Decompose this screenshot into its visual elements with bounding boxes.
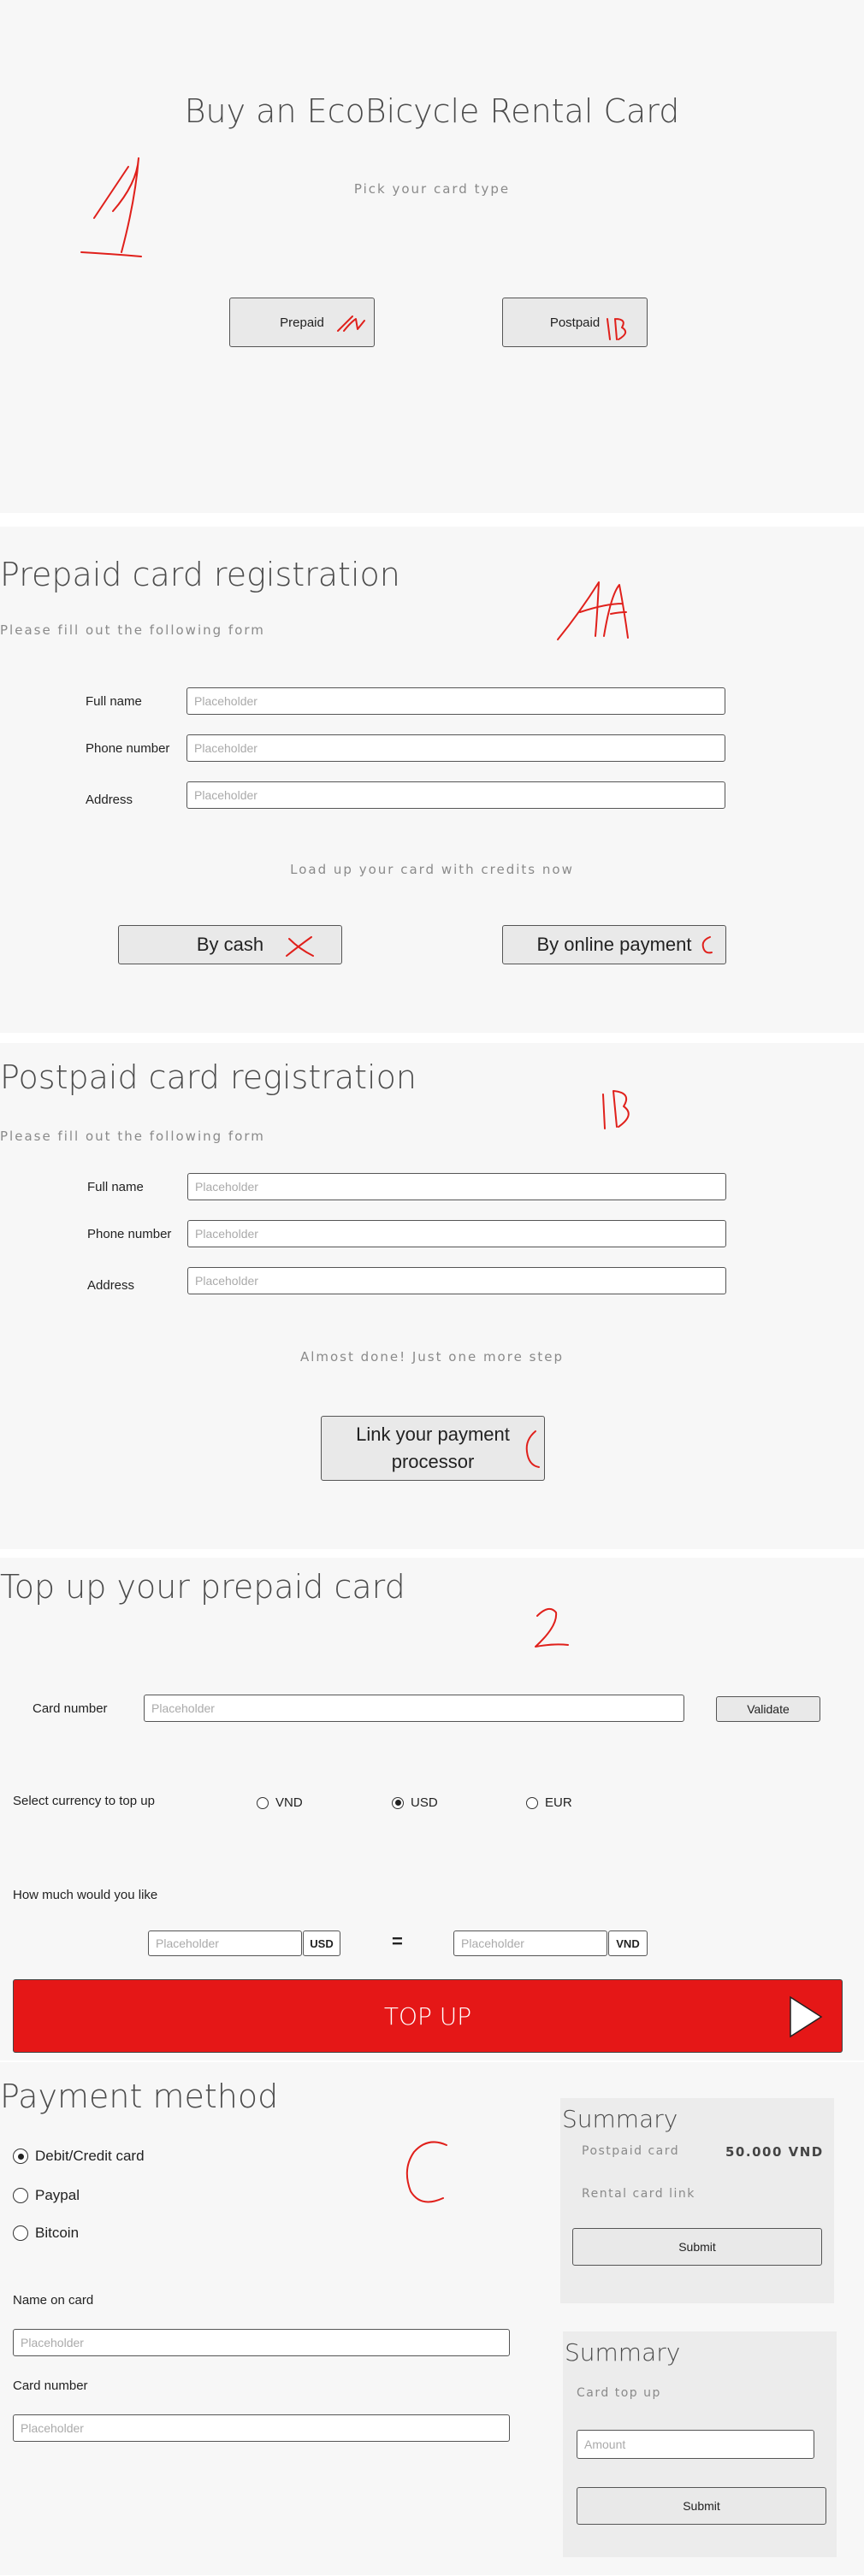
prepaid-title: Prepaid card registration bbox=[0, 556, 400, 593]
topup-card-number-input[interactable] bbox=[144, 1695, 684, 1722]
annotation-c-small bbox=[701, 936, 713, 954]
annotation-2 bbox=[535, 1607, 569, 1648]
method-radio-bitcoin[interactable] bbox=[13, 2225, 28, 2241]
name-on-card-label: Name on card bbox=[13, 2293, 94, 2308]
annotation-x bbox=[286, 936, 314, 957]
method-label-card: Debit/Credit card bbox=[35, 2148, 145, 2164]
postpaid-full-name-input[interactable] bbox=[187, 1173, 726, 1200]
load-credits-text: Load up your card with credits now bbox=[290, 862, 574, 877]
topup-title: Top up your prepaid card bbox=[0, 1568, 405, 1606]
prepaid-full-name-label: Full name bbox=[86, 694, 142, 709]
postpaid-phone-input[interactable] bbox=[187, 1220, 726, 1247]
summary-card-topup: Summary Card top up Submit bbox=[563, 2331, 837, 2557]
topup-button-label: TOP UP bbox=[383, 2001, 472, 2031]
prepaid-address-label: Address bbox=[86, 793, 133, 807]
summary2-item: Card top up bbox=[577, 2386, 661, 2400]
name-on-card-input[interactable] bbox=[13, 2329, 510, 2356]
prepaid-phone-label: Phone number bbox=[86, 741, 170, 756]
link-payment-processor-button[interactable]: Link your payment processor bbox=[321, 1416, 545, 1481]
page-title: Buy an EcoBicycle Rental Card bbox=[184, 92, 680, 130]
prepaid-full-name-input[interactable] bbox=[186, 687, 725, 715]
summary1-item: Postpaid card bbox=[582, 2144, 680, 2158]
method-label-paypal: Paypal bbox=[35, 2187, 80, 2203]
postpaid-address-label: Address bbox=[87, 1278, 135, 1293]
annotation-c-link bbox=[525, 1430, 540, 1468]
almost-done-text: Almost done! Just one more step bbox=[299, 1349, 565, 1365]
prepaid-subtitle: Please fill out the following form bbox=[0, 622, 265, 638]
annotation-c-large bbox=[405, 2141, 447, 2203]
prepaid-address-input[interactable] bbox=[186, 781, 725, 809]
card-type-panel: Buy an EcoBicycle Rental Card Pick your … bbox=[0, 0, 864, 513]
prepaid-phone-input[interactable] bbox=[186, 734, 725, 762]
summary1-submit-button[interactable]: Submit bbox=[572, 2228, 822, 2266]
postpaid-registration-panel: Postpaid card registration Please fill o… bbox=[0, 1043, 864, 1549]
currency-radio-eur[interactable] bbox=[526, 1796, 538, 1809]
postpaid-phone-label: Phone number bbox=[87, 1227, 172, 1241]
topup-button[interactable]: TOP UP bbox=[13, 1979, 843, 2053]
annotation-1 bbox=[80, 157, 142, 257]
summary2-submit-button[interactable]: Submit bbox=[577, 2487, 826, 2525]
annotation-1b bbox=[607, 318, 627, 340]
currency-label-eur: EUR bbox=[545, 1795, 572, 1810]
prepaid-registration-panel: Prepaid card registration Please fill ou… bbox=[0, 527, 864, 1033]
postpaid-address-input[interactable] bbox=[187, 1267, 726, 1294]
annotation-1a-large bbox=[557, 581, 629, 640]
from-currency-tag: USD bbox=[303, 1931, 340, 1956]
currency-radio-usd[interactable] bbox=[392, 1796, 404, 1809]
validate-button[interactable]: Validate bbox=[716, 1696, 820, 1722]
by-online-payment-button[interactable]: By online payment bbox=[502, 925, 726, 964]
summary-postpaid-card: Summary Postpaid card 50.000 VND Rental … bbox=[560, 2098, 834, 2303]
method-paypal[interactable]: Paypal bbox=[13, 2187, 80, 2204]
summary2-title: Summary bbox=[565, 2338, 681, 2367]
method-radio-paypal[interactable] bbox=[13, 2188, 28, 2203]
method-bitcoin[interactable]: Bitcoin bbox=[13, 2225, 79, 2242]
currency-label-vnd: VND bbox=[275, 1795, 303, 1810]
summary1-submit-label: Submit bbox=[678, 2240, 716, 2254]
summary2-submit-label: Submit bbox=[683, 2499, 720, 2513]
summary2-amount-input[interactable] bbox=[577, 2430, 814, 2459]
amount-label: How much would you like bbox=[13, 1888, 158, 1902]
postpaid-title: Postpaid card registration bbox=[0, 1058, 417, 1096]
link-payment-label-line2: processor bbox=[391, 1451, 475, 1472]
postpaid-full-name-label: Full name bbox=[87, 1180, 144, 1194]
summary1-title: Summary bbox=[562, 2105, 678, 2133]
amount-to-input[interactable] bbox=[453, 1931, 607, 1956]
link-payment-label-line1: Link your payment bbox=[356, 1424, 510, 1445]
currency-label-usd: USD bbox=[411, 1795, 438, 1810]
to-currency-tag: VND bbox=[608, 1931, 648, 1956]
annotation-1b-large bbox=[602, 1090, 630, 1129]
currency-option-vnd[interactable]: VND bbox=[257, 1795, 303, 1810]
currency-radio-vnd[interactable] bbox=[257, 1796, 269, 1809]
postpaid-label: Postpaid bbox=[549, 315, 601, 330]
topup-card-number-label: Card number bbox=[33, 1701, 108, 1716]
payment-card-number-input[interactable] bbox=[13, 2414, 510, 2442]
method-card[interactable]: Debit/Credit card bbox=[13, 2148, 145, 2165]
payment-title: Payment method bbox=[0, 2078, 279, 2115]
payment-panel: Payment method Debit/Credit card Paypal … bbox=[0, 2062, 864, 2575]
payment-card-number-label: Card number bbox=[13, 2379, 88, 2393]
equals-sign: = bbox=[392, 1931, 403, 1952]
annotation-1a bbox=[337, 315, 365, 332]
postpaid-subtitle: Please fill out the following form bbox=[0, 1129, 265, 1144]
play-icon bbox=[790, 1995, 823, 2038]
validate-label: Validate bbox=[747, 1702, 790, 1716]
summary1-link: Rental card link bbox=[582, 2187, 695, 2201]
currency-label: Select currency to top up bbox=[13, 1794, 155, 1808]
by-online-payment-label: By online payment bbox=[536, 934, 692, 955]
by-cash-label: By cash bbox=[196, 934, 264, 955]
currency-option-usd[interactable]: USD bbox=[392, 1795, 438, 1810]
prepaid-label: Prepaid bbox=[280, 315, 324, 330]
amount-from-input[interactable] bbox=[148, 1931, 302, 1956]
topup-panel: Top up your prepaid card Card number Val… bbox=[0, 1558, 864, 2060]
method-label-bitcoin: Bitcoin bbox=[35, 2225, 80, 2241]
currency-option-eur[interactable]: EUR bbox=[526, 1795, 572, 1810]
summary1-price: 50.000 VND bbox=[725, 2144, 824, 2160]
method-radio-card[interactable] bbox=[13, 2149, 28, 2164]
